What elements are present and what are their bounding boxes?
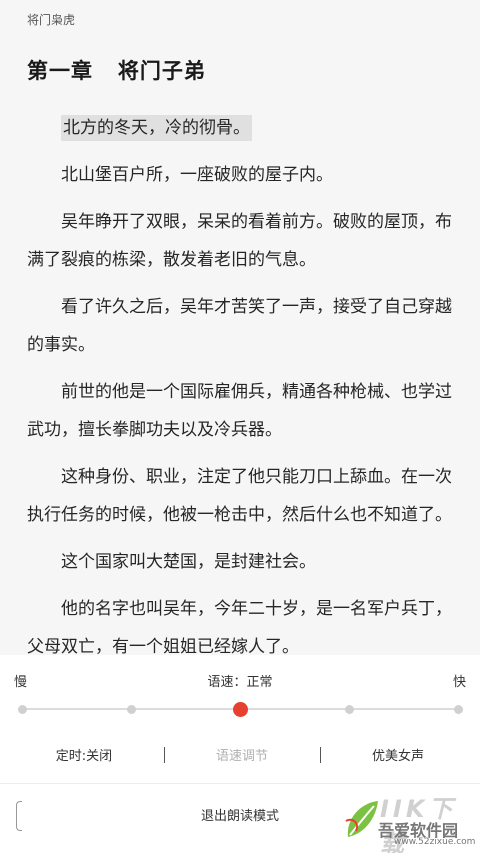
site-watermark: IIK下载 吾爱软件园 www.52zixue.com [342, 789, 476, 853]
watermark-url: www.52zixue.com [394, 837, 476, 847]
speed-adjust-button[interactable]: 语速调节 [162, 745, 322, 764]
book-title: 将门枭虎 [27, 13, 76, 27]
reader-screen: 将门枭虎 第一章 将门子弟 北方的冬天，冷的彻骨。 北山堡百户所，一座破败的屋子… [0, 0, 480, 853]
speed-slider-step[interactable] [454, 705, 463, 714]
paragraph: 这种身份、职业，注定了他只能刀口上舔血。在一次执行任务的时候，他被一枪击中，然后… [27, 467, 452, 525]
speed-slider-step[interactable] [345, 705, 354, 714]
leaf-logo-icon [345, 801, 378, 837]
paragraph: 北方的冬天，冷的彻骨。 [27, 109, 457, 147]
current-reading-sentence: 北方的冬天，冷的彻骨。 [61, 115, 252, 141]
speed-slider-step[interactable] [127, 705, 136, 714]
speed-slider-step[interactable] [18, 705, 27, 714]
paragraph: 前世的他是一个国际雇佣兵，精通各种枪械、也学过武功，擅长拳脚功夫以及冷兵器。 [27, 382, 452, 440]
divider [0, 783, 480, 784]
speed-labels: 慢 语速：正常 快 [0, 671, 480, 691]
speed-slider[interactable] [18, 701, 463, 717]
speed-slider-thumb[interactable] [233, 702, 248, 717]
timer-button[interactable]: 定时:关闭 [4, 745, 164, 764]
chapter-title: 第一章 将门子弟 [27, 59, 206, 83]
paragraph: 这个国家叫大楚国，是封建社会。 [61, 552, 316, 572]
paragraph: 看了许久之后，吴年才苦笑了一声，接受了自己穿越的事实。 [27, 297, 452, 355]
chapter-content[interactable]: 北方的冬天，冷的彻骨。 北山堡百户所，一座破败的屋子内。 吴年睁开了双眼，呆呆的… [27, 109, 457, 675]
speed-status: 语速：正常 [207, 675, 273, 690]
fast-label: 快 [452, 675, 466, 690]
paragraph: 吴年睁开了双眼，呆呆的看着前方。破败的屋顶，布满了裂痕的栋梁，散发着老旧的气息。 [27, 212, 452, 270]
voice-button[interactable]: 优美女声 [318, 745, 478, 764]
options-row: 定时:关闭 语速调节 优美女声 [0, 745, 480, 767]
paragraph: 北山堡百户所，一座破败的屋子内。 [61, 165, 333, 185]
